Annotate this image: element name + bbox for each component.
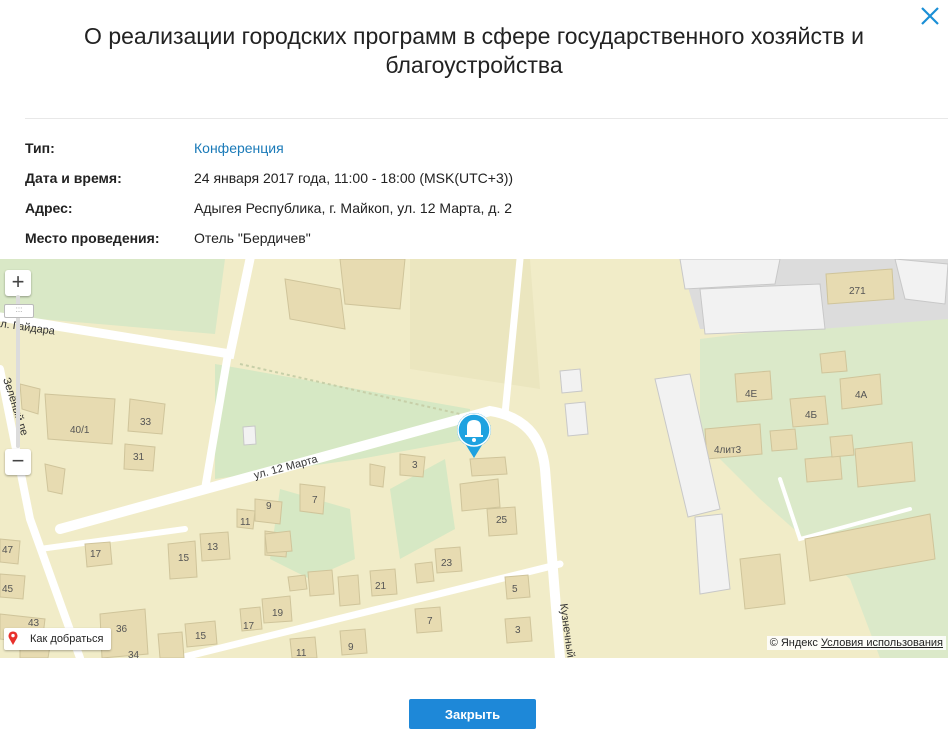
building-number: 13	[207, 542, 219, 553]
datetime-label: Дата и время:	[25, 170, 122, 186]
building-number: 4Б	[805, 410, 818, 421]
building-number: 4лит3	[714, 445, 742, 456]
building-number: 23	[441, 558, 453, 569]
venue-value: Отель "Бердичев"	[194, 230, 311, 246]
building-number: 40/1	[70, 425, 90, 436]
building-number: 47	[2, 545, 14, 556]
type-value-link[interactable]: Конференция	[194, 140, 284, 170]
attribution-text: © Яндекс	[769, 637, 818, 649]
map-view[interactable]: ул. 12 Марта л. Гайдара Зелёный пе Кузне…	[0, 259, 948, 658]
building-number: 31	[133, 452, 145, 463]
dialog-title: О реализации городских программ в сфере …	[84, 23, 864, 78]
building-number: 33	[140, 417, 152, 428]
event-details: Тип: Конференция Дата и время: 24 января…	[25, 140, 513, 260]
map-pin-icon	[8, 630, 18, 648]
park-area	[215, 364, 470, 479]
zoom-out-button[interactable]: −	[5, 449, 31, 475]
divider	[25, 118, 948, 119]
close-dialog-button[interactable]: Закрыть	[409, 699, 536, 729]
building-number: 3	[515, 625, 521, 636]
building-number: 15	[178, 553, 190, 564]
terms-link[interactable]: Условия использования	[821, 637, 943, 649]
close-icon[interactable]	[918, 4, 942, 28]
building-number: 271	[849, 286, 866, 297]
detail-row-type: Тип: Конференция	[25, 140, 513, 170]
event-marker-icon[interactable]	[457, 413, 491, 458]
detail-row-address: Адрес: Адыгея Республика, г. Майкоп, ул.…	[25, 200, 513, 230]
zoom-slider-handle[interactable]: :::	[4, 304, 34, 318]
detail-row-venue: Место проведения: Отель "Бердичев"	[25, 230, 513, 260]
building-number: 17	[90, 549, 102, 560]
address-value: Адыгея Республика, г. Майкоп, ул. 12 Мар…	[194, 200, 513, 216]
building-number: 19	[272, 608, 284, 619]
building-number: 45	[2, 584, 14, 595]
building-number: 3	[412, 460, 418, 471]
route-button[interactable]: Как добраться	[4, 628, 112, 650]
building-number: 7	[312, 495, 318, 506]
datetime-value: 24 января 2017 года, 11:00 - 18:00 (MSK(…	[194, 170, 514, 186]
building-number: 15	[195, 631, 207, 642]
building-number: 11	[240, 517, 251, 528]
route-button-label: Как добраться	[30, 633, 104, 645]
building-number: 7	[427, 616, 433, 627]
address-label: Адрес:	[25, 200, 73, 216]
building-number: 4А	[855, 390, 868, 401]
building-number: 25	[496, 515, 508, 526]
map-attribution: © Яндекс Условия использования	[766, 636, 946, 650]
type-label: Тип:	[25, 140, 55, 156]
building-number: 9	[266, 501, 272, 512]
building-number: 4Е	[745, 389, 758, 400]
building-number: 5	[512, 584, 518, 595]
building-number: 36	[116, 624, 128, 635]
building-number: 9	[348, 642, 354, 653]
zoom-in-button[interactable]: +	[5, 270, 31, 296]
venue-label: Место проведения:	[25, 230, 160, 246]
building-number: 34	[128, 650, 140, 658]
building-number: 17	[243, 621, 255, 632]
building-number: 11	[296, 648, 307, 658]
building-number: 21	[375, 581, 387, 592]
detail-row-datetime: Дата и время: 24 января 2017 года, 11:00…	[25, 170, 513, 200]
